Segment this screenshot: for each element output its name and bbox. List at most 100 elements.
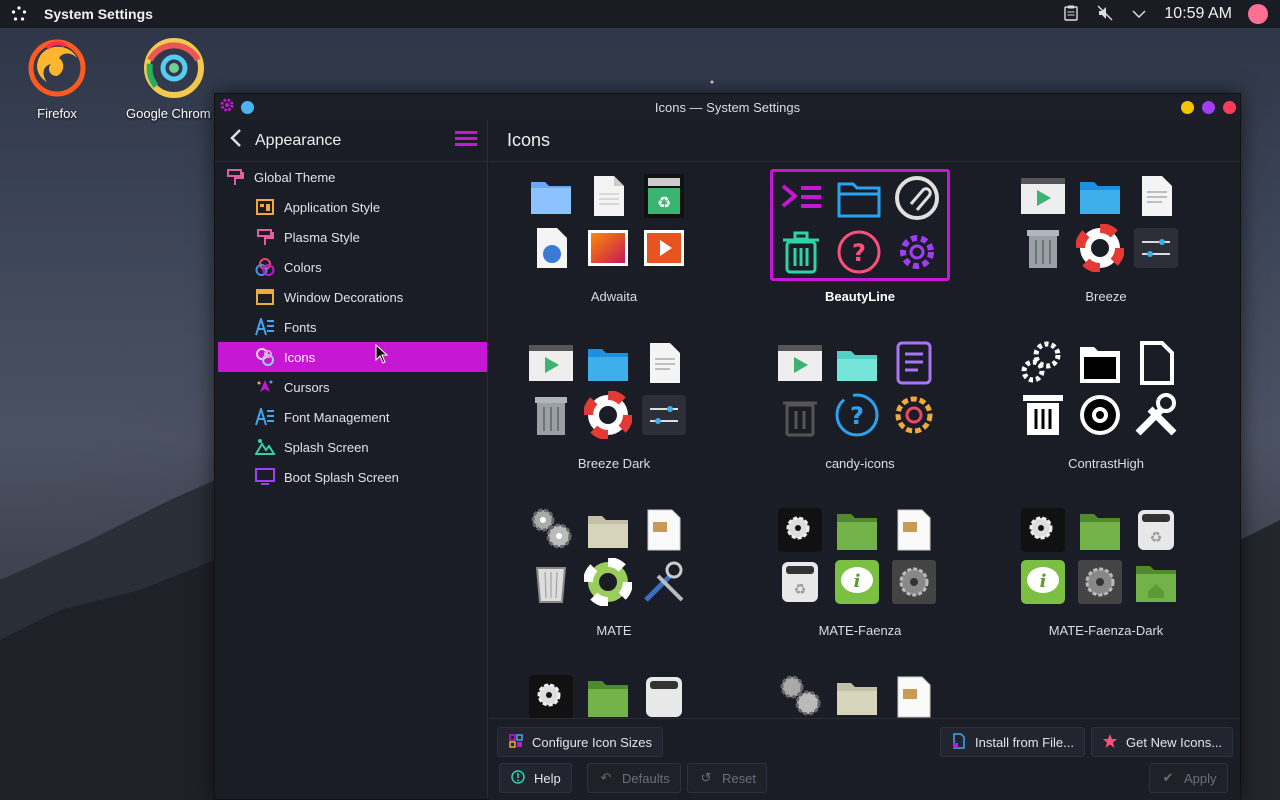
sidebar-item-splash-screen[interactable]: Splash Screen [215, 432, 487, 462]
get-new-icons-button[interactable]: Get New Icons... [1091, 727, 1234, 757]
theme-card-partial[interactable] [737, 664, 983, 718]
svg-text:♻: ♻ [1150, 530, 1163, 546]
theme-card-contrasthigh[interactable]: ContrastHigh [983, 330, 1229, 490]
user-avatar[interactable] [1248, 4, 1268, 24]
sidebar-item-window-decorations[interactable]: Window Decorations [215, 282, 487, 312]
help-icon [510, 769, 526, 787]
trash-icon [535, 567, 567, 603]
media-player-icon [778, 345, 822, 381]
button-label: Apply [1184, 770, 1217, 786]
theme-card-partial[interactable] [491, 664, 737, 718]
chrome-icon [142, 36, 206, 100]
reset-button[interactable]: ↺ Reset [687, 763, 767, 793]
trash-icon [783, 401, 817, 437]
document-icon [594, 176, 624, 216]
theme-card-beautyline[interactable]: ? BeautyLine [737, 163, 983, 323]
svg-text:i: i [1040, 571, 1047, 592]
page-title: Icons [489, 120, 1240, 162]
colors-icon [255, 258, 275, 276]
back-arrow-icon[interactable] [229, 128, 251, 154]
sidebar-item-plasma-style[interactable]: Plasma Style [215, 222, 487, 252]
button-label: Defaults [622, 770, 670, 786]
clock[interactable]: 10:59 AM [1164, 5, 1232, 23]
defaults-icon: ↶ [600, 770, 612, 785]
sidebar-item-label: Application Style [284, 199, 381, 215]
sidebar-item-font-management[interactable]: Font Management [215, 402, 487, 432]
pin-button[interactable] [241, 100, 254, 114]
defaults-button[interactable]: ↶ Defaults [587, 763, 681, 793]
folder-icon [1080, 182, 1120, 214]
theme-preview: ? [770, 336, 950, 448]
settings-gear-icon [778, 508, 822, 552]
desktop-icon-firefox[interactable]: Firefox [7, 36, 107, 121]
theme-preview [524, 336, 704, 448]
hamburger-menu-icon[interactable] [455, 130, 477, 151]
video-file-icon [644, 230, 684, 266]
volume-muted-icon[interactable] [1096, 5, 1114, 24]
theme-preview [524, 503, 704, 615]
lifebuoy-icon [1080, 395, 1120, 435]
theme-card-adwaita[interactable]: ♻ Adwaita [491, 163, 737, 323]
close-button[interactable] [1223, 100, 1236, 114]
folder-icon [588, 681, 628, 717]
theme-card-mate-faenza-dark[interactable]: ♻ i MATE-Faenza-Dark [983, 497, 1229, 657]
settings-gear-icon [1021, 508, 1065, 552]
button-label: Reset [722, 770, 756, 786]
desktop-icon-chrome[interactable]: Google Chrom [124, 36, 224, 121]
sidebar-item-icons[interactable]: Icons [218, 342, 487, 372]
chevron-down-icon[interactable] [1130, 6, 1148, 22]
clipboard-icon[interactable] [1062, 5, 1080, 24]
button-label: Get New Icons... [1126, 734, 1223, 750]
star-icon [1102, 733, 1118, 752]
info-icon: i [835, 560, 879, 604]
sidebar-item-label: Boot Splash Screen [284, 469, 399, 485]
sidebar-header: Appearance [215, 120, 487, 162]
system-settings-icon [1078, 560, 1122, 604]
button-label: Help [534, 770, 561, 786]
maximize-button[interactable] [1202, 100, 1215, 114]
install-from-file-button[interactable]: Install from File... [940, 727, 1085, 757]
sidebar-item-label: Font Management [284, 409, 390, 425]
sidebar-item-fonts[interactable]: Fonts [215, 312, 487, 342]
settings-gear-icon[interactable] [219, 97, 235, 118]
sidebar-item-colors[interactable]: Colors [215, 252, 487, 282]
help-button[interactable]: Help [499, 763, 572, 793]
cursors-icon [255, 378, 275, 396]
theme-card-breeze-dark[interactable]: Breeze Dark [491, 330, 737, 490]
icons-icon [255, 348, 275, 366]
image-file-icon [588, 230, 628, 266]
configure-icon-sizes-button[interactable]: Configure Icon Sizes [497, 727, 663, 757]
trash-icon: ♻ [782, 562, 818, 602]
top-panel: System Settings 10:59 AM [0, 0, 1280, 28]
trash-icon [535, 397, 567, 435]
settings-sliders-icon [642, 395, 686, 435]
attachment-icon [895, 176, 939, 220]
sidebar-item-label: Window Decorations [284, 289, 404, 305]
firefox-icon [25, 36, 89, 100]
apply-button[interactable]: ✔ Apply [1149, 763, 1228, 793]
settings-gears-icon [531, 508, 572, 549]
theme-preview [1016, 336, 1196, 448]
minimize-button[interactable] [1181, 100, 1194, 114]
tools-icon [644, 561, 684, 602]
sidebar-item-application-style[interactable]: Application Style [215, 192, 487, 222]
theme-name: candy-icons [825, 456, 895, 471]
theme-name: Breeze Dark [577, 456, 651, 471]
sidebar-item-label: Splash Screen [284, 439, 369, 455]
theme-card-candy-icons[interactable]: ? candy-icons [737, 330, 983, 490]
theme-card-breeze[interactable]: Breeze [983, 163, 1229, 323]
window-titlebar[interactable]: Icons — System Settings [215, 94, 1240, 120]
theme-card-mate-faenza[interactable]: ♻ i MATE-Faenza [737, 497, 983, 657]
install-file-icon [951, 732, 967, 752]
sidebar-item-global-theme[interactable]: Global Theme [215, 162, 487, 192]
app-launcher-icon[interactable] [8, 3, 30, 25]
theme-preview: ? [770, 169, 950, 281]
theme-card-mate[interactable]: MATE [491, 497, 737, 657]
theme-preview [524, 670, 704, 718]
html-document-icon [537, 228, 567, 268]
sidebar-item-boot-splash-screen[interactable]: Boot Splash Screen [215, 462, 487, 492]
folder-icon [837, 514, 877, 550]
sidebar-item-cursors[interactable]: Cursors [215, 372, 487, 402]
document-icon [650, 343, 680, 383]
plasma-style-icon [255, 228, 275, 246]
